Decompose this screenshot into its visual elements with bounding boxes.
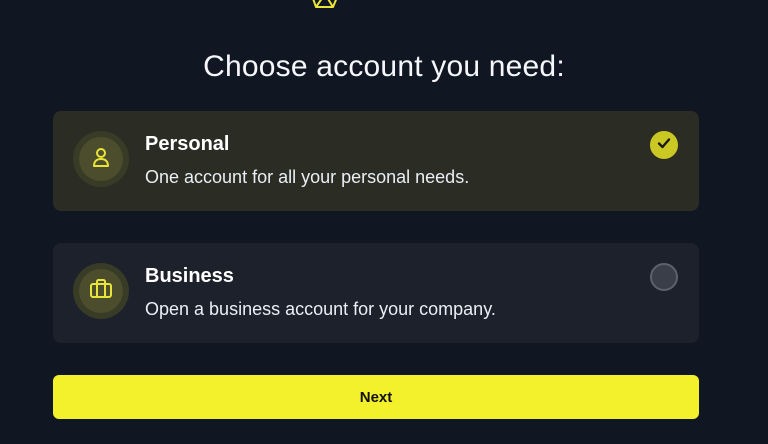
check-icon	[656, 135, 672, 156]
user-icon	[91, 146, 111, 173]
briefcase-icon	[89, 278, 113, 305]
option-title: Business	[145, 265, 234, 287]
radio-personal[interactable]	[650, 131, 678, 159]
account-option-personal[interactable]: Personal One account for all your person…	[53, 111, 699, 211]
option-description: Open a business account for your company…	[145, 299, 496, 319]
personal-icon-badge	[73, 131, 129, 187]
radio-business[interactable]	[650, 263, 678, 291]
option-title: Personal	[145, 133, 230, 155]
business-icon-badge	[73, 263, 129, 319]
next-button[interactable]: Next	[53, 375, 699, 419]
page-title: Choose account you need:	[203, 50, 565, 83]
option-description: One account for all your personal needs.	[145, 167, 470, 187]
gem-logo-icon	[306, 0, 344, 10]
account-option-business[interactable]: Business Open a business account for you…	[53, 243, 699, 343]
